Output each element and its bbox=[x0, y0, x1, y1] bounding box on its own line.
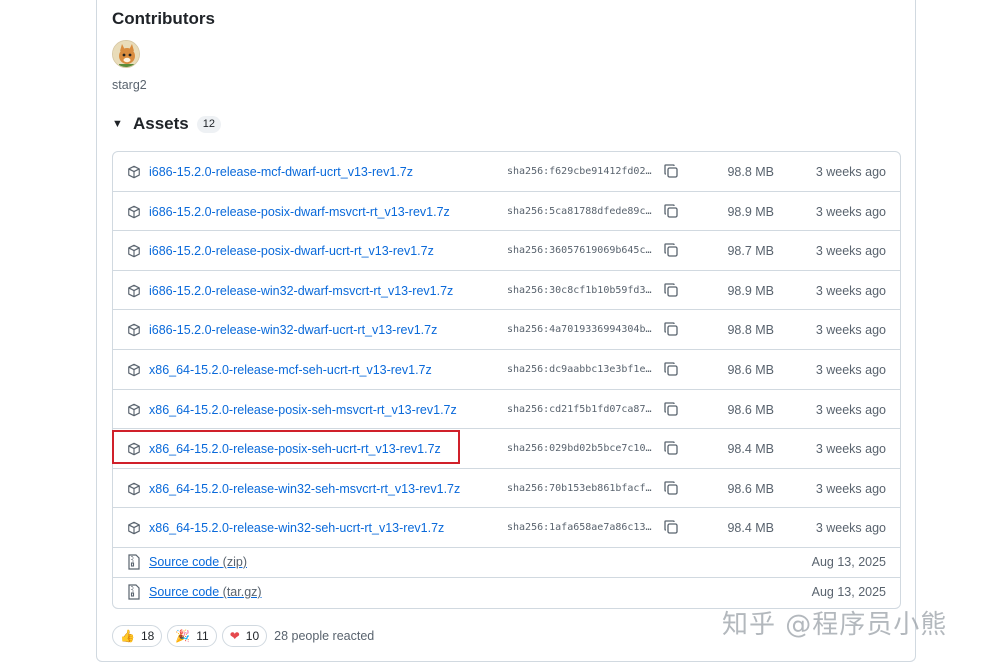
assets-list: i686-15.2.0-release-mcf-dwarf-ucrt_v13-r… bbox=[112, 151, 901, 609]
asset-size: 98.6 MB bbox=[727, 481, 774, 496]
source-label: Source code bbox=[149, 585, 220, 599]
heart-icon: ❤ bbox=[229, 629, 240, 643]
asset-row: i686-15.2.0-release-win32-dwarf-msvcrt-r… bbox=[113, 271, 900, 311]
asset-size: 98.6 MB bbox=[727, 363, 774, 377]
asset-sha: sha256:cd21f5b1fd07ca87… bbox=[507, 403, 652, 415]
asset-date: 3 weeks ago bbox=[815, 521, 886, 536]
copy-icon[interactable] bbox=[663, 321, 679, 337]
copy-icon[interactable] bbox=[663, 282, 679, 298]
source-code-targz-link[interactable]: Source code (tar.gz) bbox=[149, 585, 262, 599]
asset-link[interactable]: i686-15.2.0-release-win32-dwarf-ucrt-rt_… bbox=[149, 323, 437, 337]
asset-date: 3 weeks ago bbox=[815, 481, 886, 496]
contributors-title: Contributors bbox=[112, 9, 215, 28]
asset-sha: sha256:5ca81788dfede89c… bbox=[507, 205, 652, 217]
package-icon bbox=[128, 363, 140, 377]
asset-link[interactable]: i686-15.2.0-release-posix-dwarf-msvcrt-r… bbox=[149, 205, 450, 219]
asset-sha: sha256:70b153eb861bfacf… bbox=[507, 482, 652, 494]
asset-date: 3 weeks ago bbox=[815, 442, 886, 457]
asset-size: 98.9 MB bbox=[727, 283, 774, 298]
source-format: (zip) bbox=[222, 555, 247, 569]
copy-icon[interactable] bbox=[663, 480, 679, 496]
source-date: Aug 13, 2025 bbox=[811, 585, 886, 599]
asset-sha: sha256:30c8cf1b10b59fd3… bbox=[507, 284, 652, 296]
asset-size: 98.4 MB bbox=[727, 442, 774, 457]
asset-link[interactable]: i686-15.2.0-release-win32-dwarf-msvcrt-r… bbox=[149, 284, 453, 298]
file-zip-icon bbox=[128, 554, 140, 570]
assets-count-badge: 12 bbox=[196, 115, 222, 133]
asset-link[interactable]: i686-15.2.0-release-mcf-dwarf-ucrt_v13-r… bbox=[149, 165, 413, 179]
package-icon bbox=[128, 244, 140, 258]
asset-size: 98.6 MB bbox=[727, 402, 774, 417]
package-icon bbox=[128, 522, 140, 535]
asset-row: i686-15.2.0-release-posix-dwarf-msvcrt-r… bbox=[113, 192, 900, 232]
copy-icon[interactable] bbox=[663, 242, 679, 258]
highlight-box bbox=[112, 430, 460, 464]
copy-icon[interactable] bbox=[663, 361, 679, 377]
asset-sha: sha256:36057619069b645c… bbox=[507, 245, 652, 257]
asset-date: 3 weeks ago bbox=[815, 402, 886, 417]
package-icon bbox=[128, 403, 140, 416]
copy-icon[interactable] bbox=[663, 401, 679, 417]
asset-link[interactable]: i686-15.2.0-release-posix-dwarf-ucrt-rt_… bbox=[149, 244, 434, 258]
asset-row: x86_64-15.2.0-release-win32-seh-ucrt-rt_… bbox=[113, 508, 900, 548]
asset-date: 3 weeks ago bbox=[815, 323, 886, 338]
package-icon bbox=[128, 205, 140, 218]
asset-size: 98.7 MB bbox=[727, 244, 774, 259]
asset-row: x86_64-15.2.0-release-win32-seh-msvcrt-r… bbox=[113, 469, 900, 509]
asset-row: i686-15.2.0-release-win32-dwarf-ucrt-rt_… bbox=[113, 310, 900, 350]
reactions-summary: 28 people reacted bbox=[274, 629, 375, 643]
reaction-thumbs-up[interactable]: 👍 18 bbox=[112, 625, 163, 647]
asset-row: i686-15.2.0-release-posix-dwarf-ucrt-rt_… bbox=[113, 231, 900, 271]
asset-date: 3 weeks ago bbox=[815, 244, 886, 259]
asset-date: 3 weeks ago bbox=[815, 165, 886, 179]
reaction-hooray[interactable]: 🎉 11 bbox=[167, 625, 217, 647]
asset-size: 98.4 MB bbox=[727, 521, 774, 536]
copy-icon[interactable] bbox=[663, 203, 679, 219]
source-format: (tar.gz) bbox=[222, 585, 262, 599]
asset-link[interactable]: x86_64-15.2.0-release-posix-seh-msvcrt-r… bbox=[149, 403, 457, 417]
contributor-avatar[interactable] bbox=[112, 40, 140, 68]
source-row: Source code (zip) Aug 13, 2025 bbox=[113, 548, 900, 578]
reaction-heart[interactable]: ❤ 10 bbox=[221, 625, 268, 647]
package-icon bbox=[128, 284, 140, 298]
package-icon bbox=[128, 482, 140, 496]
asset-link[interactable]: x86_64-15.2.0-release-mcf-seh-ucrt-rt_v1… bbox=[149, 363, 432, 377]
asset-size: 98.8 MB bbox=[727, 323, 774, 338]
reaction-count: 18 bbox=[140, 629, 155, 643]
asset-sha: sha256:1afa658ae7a86c13… bbox=[507, 522, 652, 534]
assets-title: Assets bbox=[133, 114, 189, 133]
asset-date: 3 weeks ago bbox=[815, 363, 886, 377]
asset-sha: sha256:f629cbe91412fd02… bbox=[507, 166, 652, 177]
reaction-count: 10 bbox=[245, 629, 260, 643]
source-label: Source code bbox=[149, 555, 220, 569]
asset-row: x86_64-15.2.0-release-mcf-seh-ucrt-rt_v1… bbox=[113, 350, 900, 390]
copy-icon[interactable] bbox=[663, 163, 679, 179]
thumbs-up-icon: 👍 bbox=[120, 629, 135, 643]
asset-sha: sha256:4a7019336994304b… bbox=[507, 324, 652, 336]
watermark: 知乎 @程序员小熊 bbox=[722, 610, 948, 640]
asset-size: 98.9 MB bbox=[727, 204, 774, 219]
copy-icon[interactable] bbox=[663, 440, 679, 456]
source-code-zip-link[interactable]: Source code (zip) bbox=[149, 555, 247, 569]
asset-sha: sha256:dc9aabbc13e3bf1e… bbox=[507, 364, 652, 375]
package-icon bbox=[128, 324, 140, 337]
party-popper-icon: 🎉 bbox=[175, 629, 191, 643]
copy-icon[interactable] bbox=[663, 519, 679, 535]
asset-date: 3 weeks ago bbox=[815, 204, 886, 219]
package-icon bbox=[128, 165, 140, 179]
reactions-bar: 👍 18 🎉 11 ❤ 10 28 people reacted bbox=[112, 625, 374, 647]
caret-down-icon: ▼ bbox=[112, 118, 123, 130]
source-date: Aug 13, 2025 bbox=[811, 555, 886, 569]
asset-row: x86_64-15.2.0-release-posix-seh-msvcrt-r… bbox=[113, 390, 900, 430]
asset-link[interactable]: x86_64-15.2.0-release-win32-seh-ucrt-rt_… bbox=[149, 521, 444, 535]
asset-link[interactable]: x86_64-15.2.0-release-win32-seh-msvcrt-r… bbox=[149, 482, 460, 496]
reaction-count: 11 bbox=[196, 629, 209, 643]
file-zip-icon bbox=[128, 584, 140, 600]
asset-date: 3 weeks ago bbox=[815, 283, 886, 298]
asset-row: i686-15.2.0-release-mcf-dwarf-ucrt_v13-r… bbox=[113, 152, 900, 192]
asset-size: 98.8 MB bbox=[727, 165, 774, 179]
assets-toggle[interactable]: ▼ Assets 12 bbox=[112, 113, 222, 135]
contributor-name[interactable]: starg2 bbox=[112, 78, 147, 92]
asset-sha: sha256:029bd02b5bce7c10… bbox=[507, 443, 652, 455]
